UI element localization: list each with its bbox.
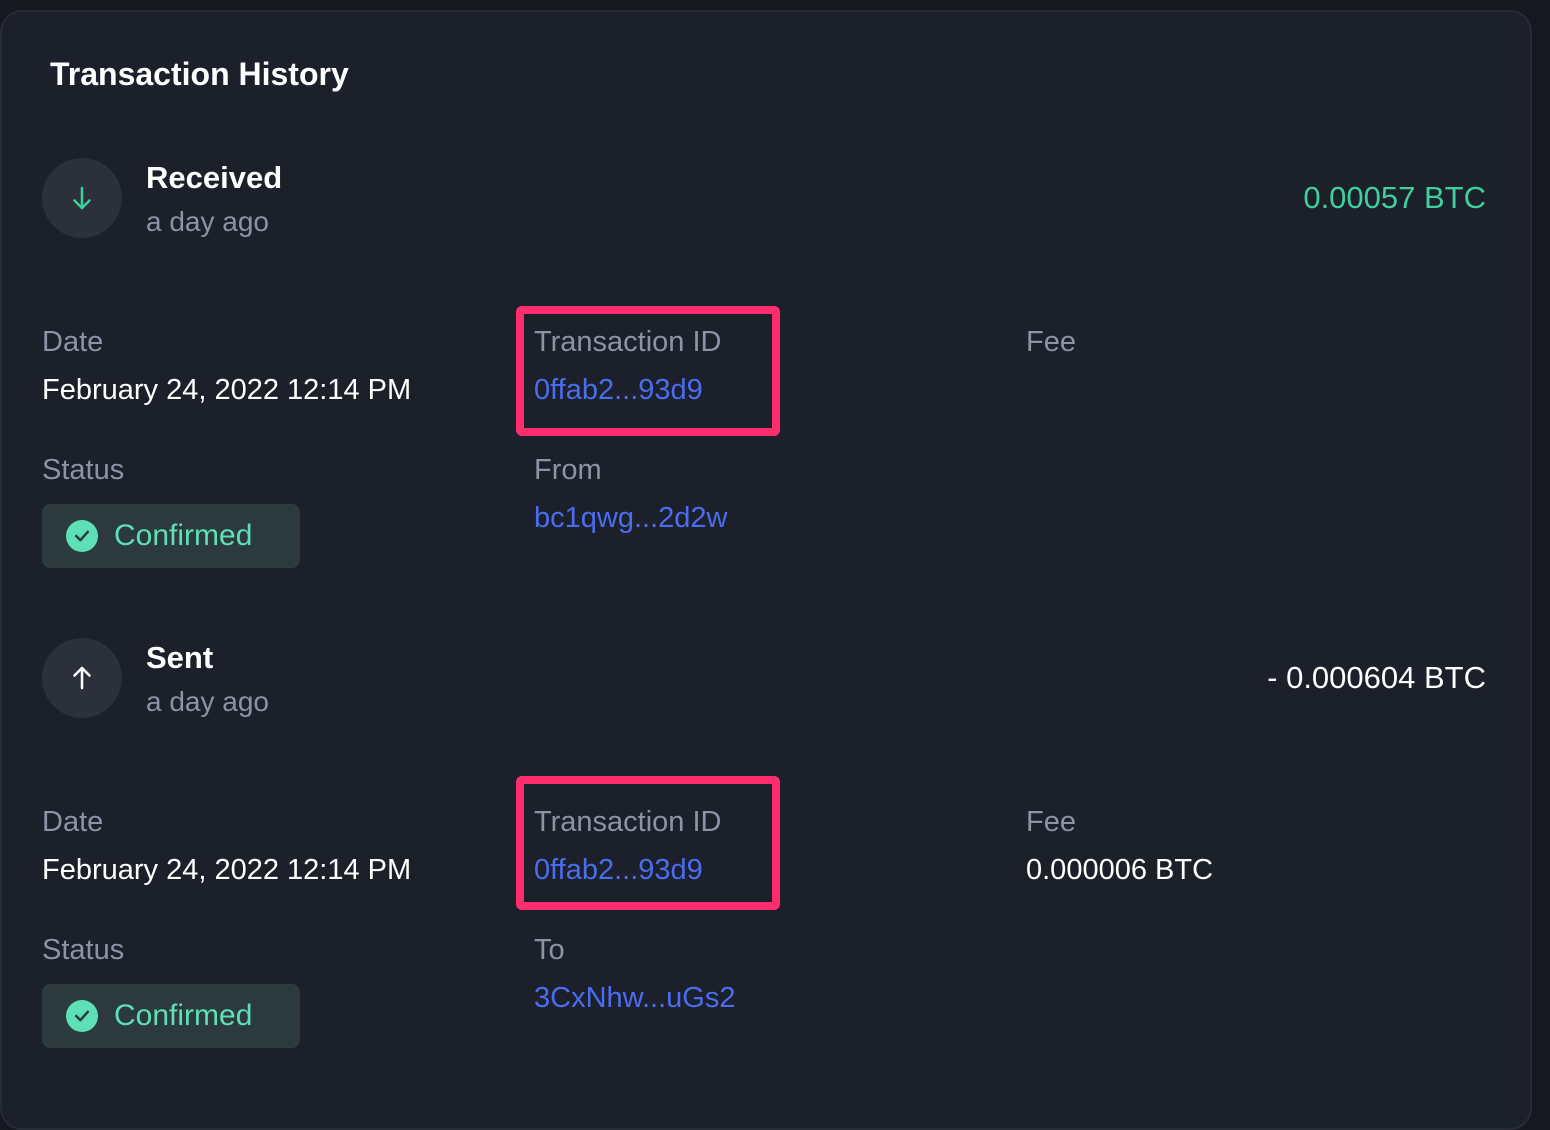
transaction-history-panel: Transaction History Received a day ago 0… [0,10,1532,1130]
date-value: February 24, 2022 12:14 PM [42,374,412,406]
from-label: From [534,454,602,486]
transaction-id-label: Transaction ID [534,326,722,358]
check-circle-icon [66,1000,98,1032]
status-badge: Confirmed [42,984,300,1048]
status-label: Status [42,454,125,486]
status-label: Status [42,934,125,966]
status-badge: Confirmed [42,504,300,568]
transaction-id-label: Transaction ID [534,806,722,838]
transaction-amount: 0.00057 BTC [1303,180,1486,215]
transaction-type: Sent [146,640,214,675]
transaction-id-highlight [516,776,780,910]
arrow-down-icon [42,158,122,238]
to-label: To [534,934,565,966]
transaction-time: a day ago [146,206,269,237]
date-value: February 24, 2022 12:14 PM [42,854,412,886]
fee-label: Fee [1026,806,1076,838]
check-circle-icon [66,520,98,552]
status-text: Confirmed [114,519,253,552]
transaction-type: Received [146,160,283,195]
transaction-id-link[interactable]: 0ffab2...93d9 [534,372,703,408]
date-label: Date [42,806,104,838]
transaction-amount: - 0.000604 BTC [1267,660,1486,695]
to-address-link[interactable]: 3CxNhw...uGs2 [534,980,735,1016]
transaction-id-link[interactable]: 0ffab2...93d9 [534,852,703,888]
page-title: Transaction History [50,56,349,92]
arrow-up-icon [42,638,122,718]
transaction-time: a day ago [146,686,269,717]
fee-value: 0.000006 BTC [1026,854,1214,886]
fee-label: Fee [1026,326,1076,358]
from-address-link[interactable]: bc1qwg...2d2w [534,500,727,536]
date-label: Date [42,326,104,358]
status-text: Confirmed [114,999,253,1032]
